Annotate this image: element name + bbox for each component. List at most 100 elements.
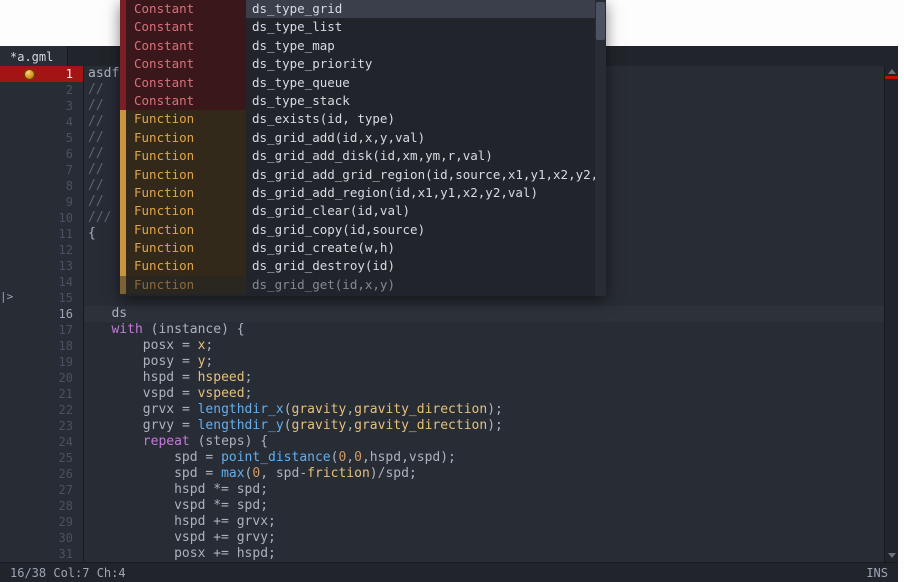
autocomplete-signature: ds_grid_get(id,x,y) bbox=[246, 276, 606, 294]
line-number: 6 bbox=[0, 146, 73, 162]
autocomplete-item[interactable]: Functionds_grid_clear(id,val) bbox=[120, 202, 606, 220]
autocomplete-signature: ds_grid_create(w,h) bbox=[246, 239, 606, 257]
line-number: 13 bbox=[0, 258, 73, 274]
autocomplete-signature: ds_type_list bbox=[246, 18, 606, 36]
code-line[interactable]: ds bbox=[84, 306, 884, 322]
scroll-up-icon[interactable] bbox=[888, 69, 896, 74]
code-line[interactable]: spd = max(0, spd-friction)/spd; bbox=[84, 466, 884, 482]
autocomplete-scrollbar[interactable] bbox=[595, 0, 606, 296]
line-number: 16 bbox=[0, 306, 73, 322]
line-number: 17 bbox=[0, 322, 73, 338]
autocomplete-item[interactable]: Functionds_grid_copy(id,source) bbox=[120, 221, 606, 239]
autocomplete-signature: ds_type_queue bbox=[246, 74, 606, 92]
autocomplete-signature: ds_type_grid bbox=[246, 0, 606, 18]
scrollbar-minimap[interactable] bbox=[884, 66, 898, 562]
gutter: 1234567891011121314151617181920212223242… bbox=[0, 66, 84, 562]
code-line[interactable]: spd = point_distance(0,0,hspd,vspd); bbox=[84, 450, 884, 466]
line-number: 1 bbox=[0, 66, 83, 82]
autocomplete-kind-label: Constant bbox=[126, 37, 246, 55]
scroll-down-icon[interactable] bbox=[888, 553, 896, 558]
tab-filename: *a.gml bbox=[10, 50, 53, 64]
autocomplete-kind-label: Function bbox=[126, 184, 246, 202]
tab-file[interactable]: *a.gml bbox=[0, 46, 68, 66]
line-number: 31 bbox=[0, 546, 73, 562]
autocomplete-kind-label: Function bbox=[126, 129, 246, 147]
autocomplete-kind-label: Constant bbox=[126, 74, 246, 92]
autocomplete-popup[interactable]: Constantds_type_gridConstantds_type_list… bbox=[120, 0, 606, 296]
autocomplete-item[interactable]: Constantds_type_map bbox=[120, 37, 606, 55]
line-number: 11 bbox=[0, 226, 73, 242]
autocomplete-item[interactable]: Constantds_type_grid bbox=[120, 0, 606, 18]
line-number: 10 bbox=[0, 210, 73, 226]
autocomplete-item[interactable]: Functionds_grid_destroy(id) bbox=[120, 257, 606, 275]
autocomplete-kind-label: Constant bbox=[126, 92, 246, 110]
code-line[interactable]: with (instance) { bbox=[84, 322, 884, 338]
autocomplete-kind-label: Function bbox=[126, 276, 246, 294]
code-line[interactable]: repeat (steps) { bbox=[84, 434, 884, 450]
panel-collapse-icon: |> bbox=[0, 290, 13, 303]
autocomplete-signature: ds_type_priority bbox=[246, 55, 606, 73]
autocomplete-kind-label: Function bbox=[126, 239, 246, 257]
code-line[interactable]: hspd *= spd; bbox=[84, 482, 884, 498]
autocomplete-item[interactable]: Constantds_type_queue bbox=[120, 74, 606, 92]
autocomplete-item[interactable]: Constantds_type_list bbox=[120, 18, 606, 36]
autocomplete-signature: ds_grid_destroy(id) bbox=[246, 257, 606, 275]
autocomplete-list[interactable]: Constantds_type_gridConstantds_type_list… bbox=[120, 0, 606, 296]
autocomplete-signature: ds_exists(id, type) bbox=[246, 110, 606, 128]
panel-collapse-handle[interactable]: |> bbox=[0, 290, 8, 304]
window-right-strip bbox=[898, 0, 904, 582]
autocomplete-item[interactable]: Functionds_grid_create(w,h) bbox=[120, 239, 606, 257]
autocomplete-item[interactable]: Functionds_exists(id, type) bbox=[120, 110, 606, 128]
code-line[interactable]: grvy = lengthdir_y(gravity,gravity_direc… bbox=[84, 418, 884, 434]
autocomplete-signature: ds_grid_copy(id,source) bbox=[246, 221, 606, 239]
code-line[interactable]: hspd = hspeed; bbox=[84, 370, 884, 386]
line-number: 8 bbox=[0, 178, 73, 194]
code-line[interactable]: vspd = vspeed; bbox=[84, 386, 884, 402]
autocomplete-item[interactable]: Constantds_type_priority bbox=[120, 55, 606, 73]
line-number: 29 bbox=[0, 514, 73, 530]
line-number: 30 bbox=[0, 530, 73, 546]
line-number: 24 bbox=[0, 434, 73, 450]
autocomplete-kind-label: Function bbox=[126, 202, 246, 220]
line-number: 18 bbox=[0, 338, 73, 354]
line-number: 28 bbox=[0, 498, 73, 514]
code-line[interactable]: vspd += grvy; bbox=[84, 530, 884, 546]
line-number: 22 bbox=[0, 402, 73, 418]
autocomplete-signature: ds_type_stack bbox=[246, 92, 606, 110]
autocomplete-kind-label: Function bbox=[126, 221, 246, 239]
autocomplete-kind-label: Function bbox=[126, 166, 246, 184]
autocomplete-scroll-thumb[interactable] bbox=[596, 2, 605, 40]
line-number: 20 bbox=[0, 370, 73, 386]
autocomplete-signature: ds_type_map bbox=[246, 37, 606, 55]
autocomplete-item[interactable]: Functionds_grid_add(id,x,y,val) bbox=[120, 129, 606, 147]
code-line[interactable]: grvx = lengthdir_x(gravity,gravity_direc… bbox=[84, 402, 884, 418]
code-line[interactable]: hspd += grvx; bbox=[84, 514, 884, 530]
autocomplete-signature: ds_grid_add(id,x,y,val) bbox=[246, 129, 606, 147]
error-marker[interactable] bbox=[885, 76, 898, 79]
autocomplete-kind-label: Constant bbox=[126, 55, 246, 73]
autocomplete-item[interactable]: Functionds_grid_add_grid_region(id,sourc… bbox=[120, 166, 606, 184]
autocomplete-kind-label: Constant bbox=[126, 0, 246, 18]
code-line[interactable]: posx += hspd; bbox=[84, 546, 884, 562]
autocomplete-item[interactable]: Constantds_type_stack bbox=[120, 92, 606, 110]
status-position: 16/38 Col:7 Ch:4 bbox=[10, 566, 126, 580]
autocomplete-signature: ds_grid_add_disk(id,xm,ym,r,val) bbox=[246, 147, 606, 165]
line-number: 23 bbox=[0, 418, 73, 434]
error-icon bbox=[24, 69, 35, 80]
autocomplete-item[interactable]: Functionds_grid_add_region(id,x1,y1,x2,y… bbox=[120, 184, 606, 202]
line-number: 26 bbox=[0, 466, 73, 482]
line-number: 25 bbox=[0, 450, 73, 466]
autocomplete-signature: ds_grid_add_region(id,x1,y1,x2,y2,val) bbox=[246, 184, 606, 202]
autocomplete-item[interactable]: Functionds_grid_add_disk(id,xm,ym,r,val) bbox=[120, 147, 606, 165]
autocomplete-signature: ds_grid_clear(id,val) bbox=[246, 202, 606, 220]
code-line[interactable]: posx = x; bbox=[84, 338, 884, 354]
line-number: 2 bbox=[0, 82, 73, 98]
line-number: 12 bbox=[0, 242, 73, 258]
line-number: 3 bbox=[0, 98, 73, 114]
code-line[interactable]: vspd *= spd; bbox=[84, 498, 884, 514]
autocomplete-item[interactable]: Functionds_grid_get(id,x,y) bbox=[120, 276, 606, 294]
line-number: 14 bbox=[0, 274, 73, 290]
line-number: 7 bbox=[0, 162, 73, 178]
status-bar: 16/38 Col:7 Ch:4 INS bbox=[0, 562, 898, 582]
code-line[interactable]: posy = y; bbox=[84, 354, 884, 370]
